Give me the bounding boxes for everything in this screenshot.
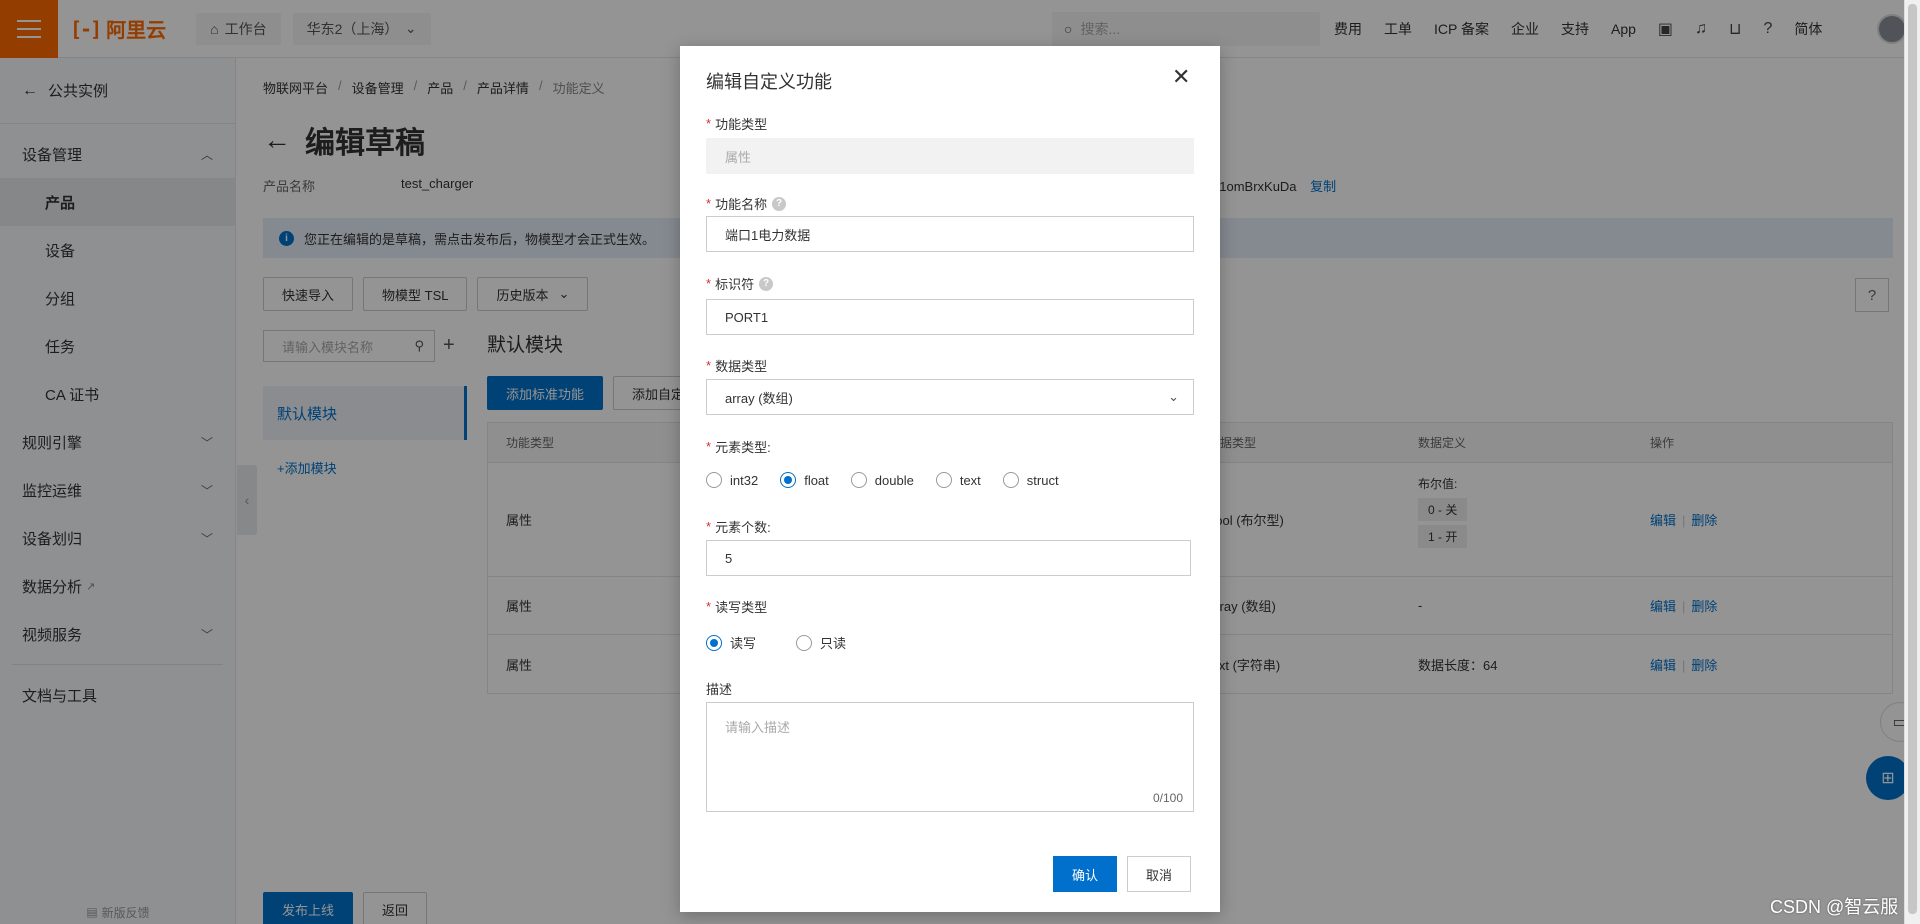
element-count-input[interactable]: 5 <box>706 540 1191 576</box>
label-text: 描述 <box>706 682 733 697</box>
field-value: 端口1电力数据 <box>725 227 811 243</box>
radio-circle <box>935 472 952 488</box>
data-type-select[interactable]: array (数组) ⌄ <box>706 379 1194 415</box>
required-mark: * <box>706 358 712 373</box>
rw-type-radio-group: 读写 只读 <box>706 633 868 652</box>
field-value: PORT1 <box>725 309 769 325</box>
field-value: 属性 <box>725 149 752 165</box>
radio-read-write[interactable]: 读写 <box>706 633 756 652</box>
help-icon[interactable]: ? <box>759 276 774 291</box>
element-type-radio-group: int32 float double text struct <box>706 472 1081 488</box>
required-mark: * <box>706 439 712 454</box>
rw-type-label: * 读写类型 <box>706 597 767 616</box>
label-text: 功能类型 <box>715 117 768 132</box>
field-value: 5 <box>725 550 733 566</box>
radio-int32[interactable]: int32 <box>706 472 758 488</box>
edit-custom-function-dialog: 编辑自定义功能 ✕ * 功能类型 属性 * 功能名称? 端口1电力数据 * 标识符? … <box>680 46 1220 912</box>
func-name-label: * 功能名称? <box>706 194 787 213</box>
required-mark: * <box>706 599 712 614</box>
label-text: 功能名称 <box>715 197 768 212</box>
label-text: 标识符 <box>715 277 755 292</box>
radio-label: text <box>959 472 981 488</box>
label-text: 元素类型: <box>715 440 771 455</box>
required-mark: * <box>706 519 712 534</box>
char-counter: 0/100 <box>1152 791 1183 805</box>
radio-circle-checked <box>706 634 722 651</box>
radio-circle-checked <box>780 472 797 488</box>
description-label: 描述 <box>706 679 732 698</box>
radio-circle <box>850 472 867 488</box>
radio-label: double <box>874 472 914 488</box>
required-mark: * <box>706 116 712 131</box>
identifier-label: * 标识符? <box>706 274 774 293</box>
func-type-label: * 功能类型 <box>706 114 767 133</box>
required-mark: * <box>706 276 712 291</box>
button-label: 确认 <box>1072 867 1099 883</box>
radio-circle <box>796 634 813 651</box>
confirm-button[interactable]: 确认 <box>1053 856 1118 892</box>
dialog-title: 编辑自定义功能 <box>706 72 832 92</box>
textarea-placeholder: 请输入描述 <box>725 720 791 735</box>
cancel-button[interactable]: 取消 <box>1127 856 1192 892</box>
button-label: 取消 <box>1146 867 1173 883</box>
radio-double[interactable]: double <box>850 472 914 488</box>
radio-label: float <box>804 472 829 488</box>
dialog-footer: 确认 取消 <box>1053 856 1192 892</box>
page-scrollbar[interactable] <box>1904 0 1920 924</box>
chevron-down-icon: ⌄ <box>1168 389 1179 404</box>
data-type-label: * 数据类型 <box>706 356 767 375</box>
help-icon[interactable]: ? <box>772 196 787 211</box>
func-name-input[interactable]: 端口1电力数据 <box>706 216 1194 252</box>
field-value: array (数组) <box>725 390 793 406</box>
label-text: 数据类型 <box>715 359 768 374</box>
close-icon[interactable]: ✕ <box>1172 66 1190 88</box>
scrollbar-thumb[interactable] <box>1908 4 1917 914</box>
radio-float[interactable]: float <box>780 472 829 488</box>
label-text: 读写类型 <box>715 600 768 615</box>
description-textarea[interactable]: 请输入描述 0/100 <box>706 702 1194 812</box>
func-type-field: 属性 <box>706 138 1194 174</box>
element-type-label: * 元素类型: <box>706 437 771 456</box>
radio-label: struct <box>1026 472 1059 488</box>
element-count-label: * 元素个数: <box>706 517 771 536</box>
watermark-text: CSDN @智云服 <box>1770 897 1899 917</box>
radio-text[interactable]: text <box>935 472 981 488</box>
radio-label: 只读 <box>820 636 847 651</box>
radio-struct[interactable]: struct <box>1002 472 1059 488</box>
radio-label: int32 <box>730 472 759 488</box>
radio-label: 读写 <box>730 636 757 651</box>
radio-circle <box>706 472 722 488</box>
radio-read-only[interactable]: 只读 <box>796 633 846 652</box>
radio-circle <box>1002 472 1019 488</box>
label-text: 元素个数: <box>715 520 771 535</box>
identifier-input[interactable]: PORT1 <box>706 299 1194 335</box>
required-mark: * <box>706 196 712 211</box>
